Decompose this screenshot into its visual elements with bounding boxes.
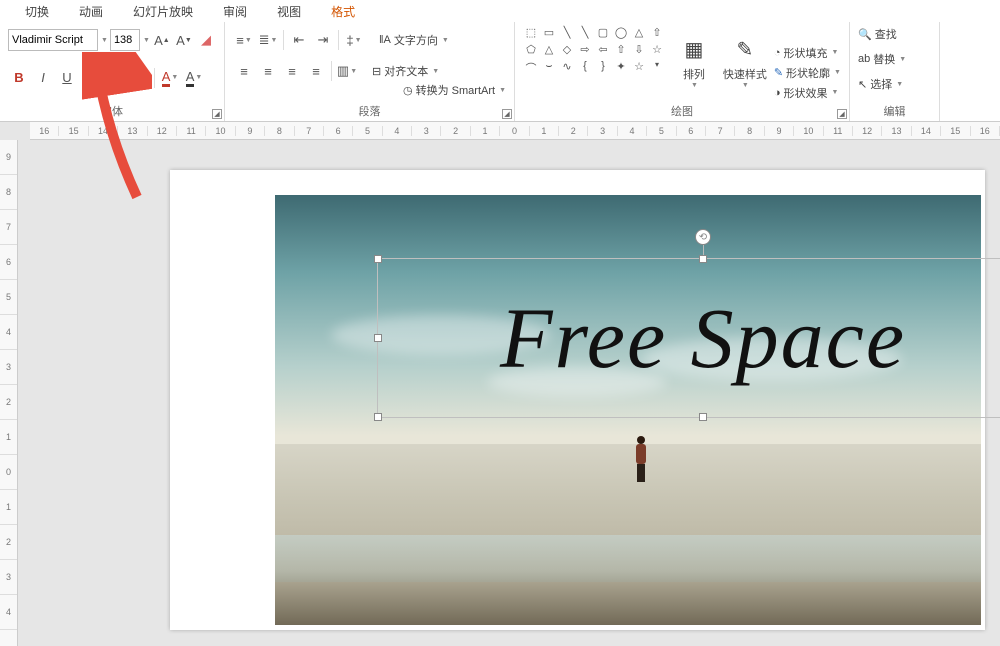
tab-animation[interactable]: 动画 (64, 3, 118, 20)
indent-left-icon[interactable]: ⇤ (288, 29, 310, 51)
highlight-button[interactable]: A▼ (183, 67, 205, 89)
brush-icon: ✎ (729, 34, 761, 66)
horizontal-ruler: 1615141312111098765432101234567891011121… (30, 122, 1000, 140)
smartart-button[interactable]: ◷ 转换为 SmartArt▼ (403, 82, 506, 98)
bold-button[interactable]: B (8, 67, 30, 89)
clear-format-icon[interactable]: ◢ (196, 29, 216, 51)
quick-style-button[interactable]: ✎ 快速样式▼ (723, 26, 767, 96)
italic-button[interactable]: I (32, 67, 54, 89)
text-direction-button[interactable]: ‖A 文字方向▼ (379, 32, 449, 48)
align-text-button[interactable]: ⊟ 对齐文本▼ (372, 63, 439, 79)
group-label-draw: 绘图 (515, 101, 849, 119)
replace-icon: ab (858, 53, 870, 65)
resize-handle[interactable] (374, 255, 382, 263)
slide-canvas[interactable]: ⟲ Free Space (30, 140, 1000, 646)
group-label-font: 字体 (8, 101, 216, 119)
dialog-launcher-icon[interactable]: ◢ (502, 109, 512, 119)
underline-button[interactable]: U (56, 67, 78, 89)
search-icon: 🔍 (858, 28, 872, 41)
group-editing: 🔍查找 ab替换▼ ↖选择▼ 编辑 (850, 22, 940, 121)
dialog-launcher-icon[interactable]: ◢ (212, 109, 222, 119)
resize-handle[interactable] (374, 334, 382, 342)
vertical-ruler: 98765432101234 (0, 140, 18, 646)
shape-outline-button[interactable]: ✎形状轮廓▼ (774, 65, 841, 81)
align-justify-icon[interactable]: ≡ (305, 60, 327, 82)
group-label-para: 段落 (233, 101, 506, 119)
effects-icon: ◑ (774, 87, 781, 99)
align-center-icon[interactable]: ≡ (257, 60, 279, 82)
font-name-input[interactable] (8, 29, 98, 51)
tab-format[interactable]: 格式 (316, 3, 370, 20)
cursor-icon: ↖ (858, 78, 867, 91)
group-label-edit: 编辑 (858, 101, 931, 119)
tab-review[interactable]: 审阅 (208, 3, 262, 20)
work-area: 1615141312111098765432101234567891011121… (0, 122, 1000, 646)
find-button[interactable]: 🔍查找 (858, 26, 931, 42)
resize-handle[interactable] (699, 413, 707, 421)
char-spacing-button[interactable]: AV▼ (104, 67, 126, 89)
rotate-handle-icon[interactable]: ⟲ (695, 229, 711, 245)
numbering-icon[interactable]: ≣▼ (257, 29, 279, 51)
bullets-icon[interactable]: ≡▼ (233, 29, 255, 51)
line-spacing-icon[interactable]: ‡▼ (343, 29, 365, 51)
dialog-launcher-icon[interactable]: ◢ (837, 109, 847, 119)
resize-handle[interactable] (374, 413, 382, 421)
columns-icon[interactable]: ▥▼ (336, 60, 358, 82)
decrease-font-icon[interactable]: A▼ (174, 29, 194, 51)
strike-button[interactable]: abc (80, 67, 102, 89)
font-size-input[interactable] (110, 29, 140, 51)
slide[interactable]: ⟲ Free Space (170, 170, 985, 630)
group-font: ▼ ▼ A▲ A▼ ◢ B I U abc AV▼ Aa▼ A▼ A▼ 字体 ◢ (0, 22, 225, 121)
shape-fill-button[interactable]: ◔形状填充▼ (774, 45, 841, 61)
group-drawing: ⬚▭╲╲▢◯△⇧ ⬠△◇⇨⇦⇧⇩☆ ⌒⌣∿{}✦☆▾ ▦ 排列▼ ✎ 快速样式▼… (515, 22, 850, 121)
arrange-icon: ▦ (678, 34, 710, 66)
select-button[interactable]: ↖选择▼ (858, 76, 931, 92)
fill-icon: ◔ (774, 47, 781, 59)
chevron-down-icon[interactable]: ▼ (143, 37, 150, 44)
ribbon: ▼ ▼ A▲ A▼ ◢ B I U abc AV▼ Aa▼ A▼ A▼ 字体 ◢… (0, 22, 1000, 122)
person-figure (635, 436, 647, 482)
font-color-button[interactable]: A▼ (159, 67, 181, 89)
change-case-button[interactable]: Aa▼ (128, 67, 150, 89)
replace-button[interactable]: ab替换▼ (858, 51, 931, 67)
tab-view[interactable]: 视图 (262, 3, 316, 20)
tab-slideshow[interactable]: 幻灯片放映 (118, 3, 208, 20)
indent-right-icon[interactable]: ⇥ (312, 29, 334, 51)
resize-handle[interactable] (699, 255, 707, 263)
ribbon-tabs: 切换 动画 幻灯片放映 审阅 视图 格式 (0, 0, 1000, 22)
arrange-button[interactable]: ▦ 排列▼ (672, 26, 716, 96)
chevron-down-icon[interactable]: ▼ (101, 37, 108, 44)
textbox-content[interactable]: Free Space (500, 288, 906, 388)
tab-transitions[interactable]: 切换 (10, 3, 64, 20)
align-left-icon[interactable]: ≡ (233, 60, 255, 82)
outline-icon: ✎ (774, 66, 783, 79)
group-paragraph: ≡▼ ≣▼ ⇤ ⇥ ‡▼ ‖A 文字方向▼ ≡ ≡ ≡ ≡ ▥▼ ⊟ 对齐文本▼… (225, 22, 515, 121)
align-right-icon[interactable]: ≡ (281, 60, 303, 82)
textbox-selected[interactable]: ⟲ Free Space (377, 258, 1000, 418)
increase-font-icon[interactable]: A▲ (152, 29, 172, 51)
shape-effects-button[interactable]: ◑形状效果▼ (774, 85, 841, 101)
